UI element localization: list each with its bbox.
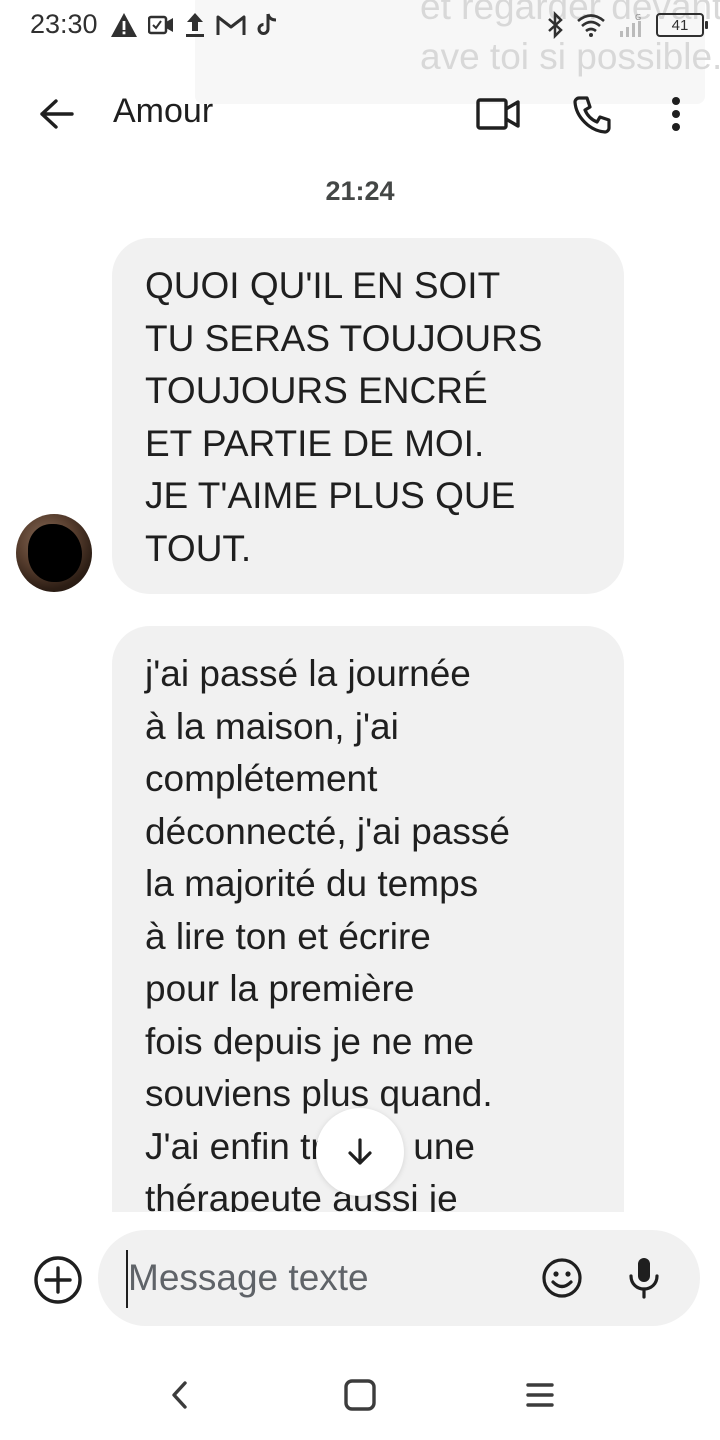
battery-icon: 41 [656, 13, 708, 37]
voice-call-button[interactable] [565, 86, 621, 142]
gmail-icon [216, 15, 246, 35]
status-system-icons: G 41 [546, 10, 708, 40]
bluetooth-icon [548, 11, 563, 39]
upload-icon [186, 13, 204, 37]
video-call-button[interactable] [470, 86, 526, 142]
nav-back-button[interactable] [155, 1370, 205, 1420]
warning-icon [111, 13, 137, 37]
status-bar: et regarder devant ave toi si possible..… [0, 0, 720, 104]
system-navigation-bar [0, 1350, 720, 1440]
back-button[interactable] [30, 88, 82, 140]
signal-icon: G [620, 13, 641, 37]
chevron-left-icon [172, 1381, 187, 1409]
compose-bar [0, 1230, 720, 1330]
scroll-to-bottom-button[interactable] [316, 1108, 404, 1196]
menu-icon [526, 1383, 554, 1407]
square-icon [344, 1379, 376, 1411]
emoji-icon [542, 1258, 582, 1298]
contact-avatar[interactable] [16, 514, 92, 592]
videocam-icon [476, 98, 520, 130]
message-list[interactable]: 21:24 QUOI QU'IL EN SOIT TU SERAS TOUJOU… [0, 162, 720, 1212]
conversation-title: Amour [113, 92, 214, 130]
nav-home-button[interactable] [335, 1370, 385, 1420]
mic-icon [629, 1258, 659, 1299]
phone-icon [573, 96, 611, 134]
battery-level: 41 [671, 16, 689, 34]
video-notification-icon [148, 15, 173, 35]
message-input[interactable] [128, 1230, 528, 1326]
arrow-down-icon [348, 1138, 372, 1165]
avatar-redaction [28, 524, 82, 582]
nav-recents-button[interactable] [515, 1370, 565, 1420]
arrow-back-icon [40, 99, 74, 129]
voice-message-button[interactable] [620, 1252, 668, 1304]
more-options-button[interactable] [652, 86, 700, 142]
app-bar: Amour [0, 62, 720, 162]
message-timestamp: 21:24 [325, 176, 395, 206]
wifi-icon [577, 14, 605, 37]
svg-text:G: G [635, 13, 641, 22]
attach-button[interactable] [32, 1254, 84, 1306]
message-input-container[interactable] [98, 1230, 700, 1326]
message-bubble[interactable]: QUOI QU'IL EN SOIT TU SERAS TOUJOURS TOU… [112, 238, 624, 594]
status-time: 23:30 [30, 9, 98, 39]
tiktok-icon [257, 13, 277, 35]
status-notification-icons [110, 10, 278, 40]
add-circle-icon [34, 1256, 82, 1304]
emoji-button[interactable] [538, 1254, 586, 1302]
more-vert-icon [672, 97, 680, 131]
